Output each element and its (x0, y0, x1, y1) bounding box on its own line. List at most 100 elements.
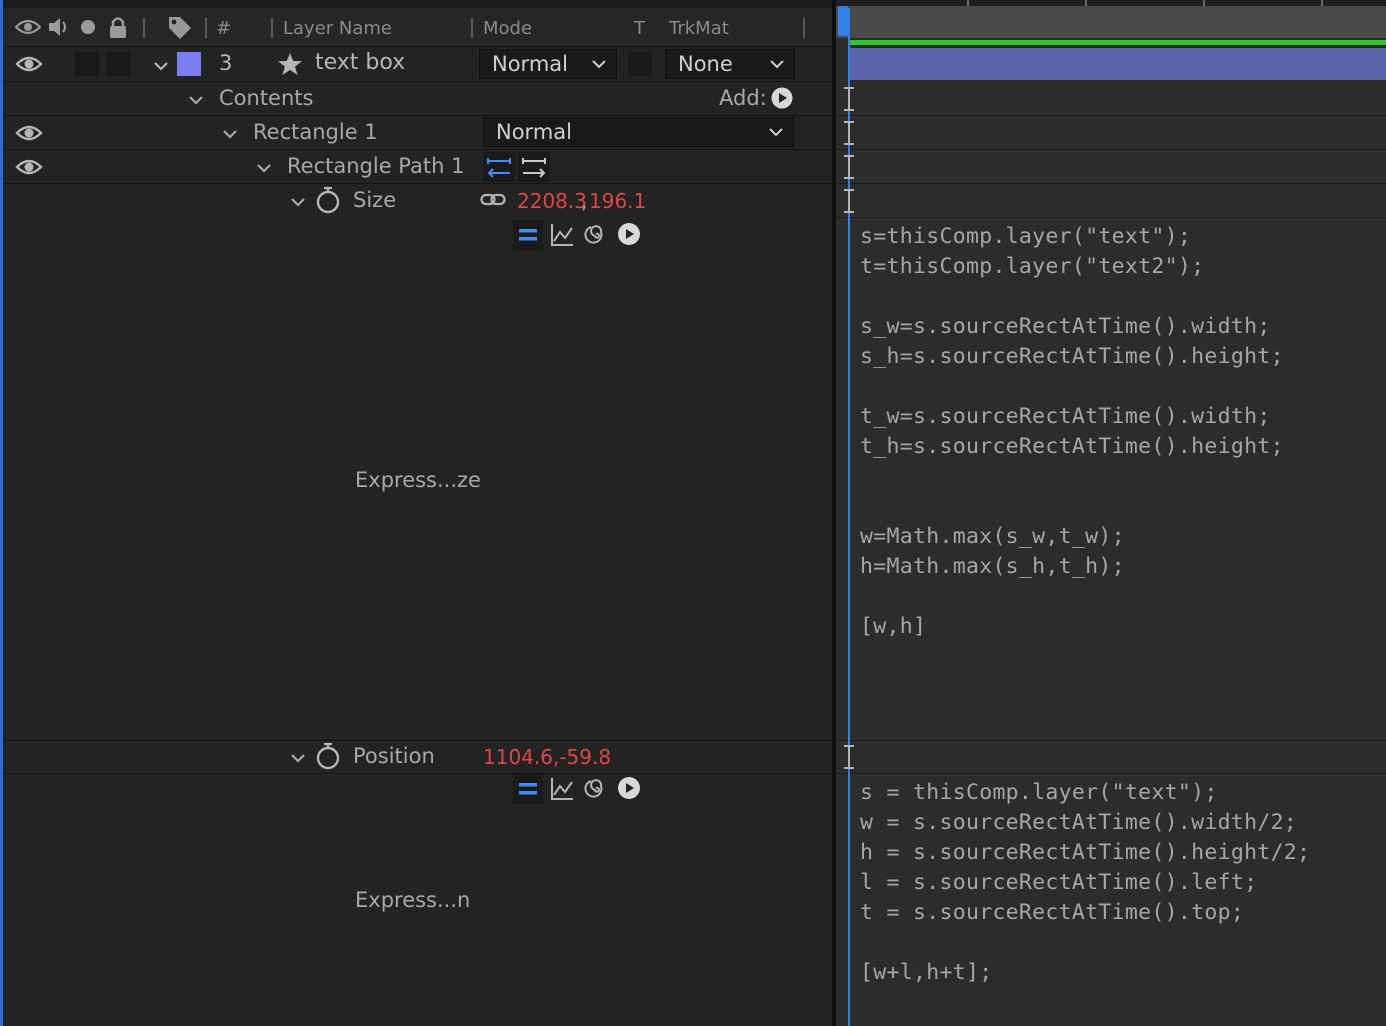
lock-column-icon[interactable] (108, 15, 128, 39)
header-separator (205, 18, 207, 38)
chevron-down-icon[interactable] (222, 126, 238, 142)
position-expression-editor[interactable]: s = thisComp.layer("text"); w = s.source… (836, 774, 1386, 1026)
contents-row[interactable]: Contents Add: (3, 82, 835, 116)
chevron-down-icon (592, 60, 606, 69)
pick-whip-icon[interactable] (583, 776, 609, 802)
column-t[interactable]: T (634, 18, 645, 39)
expression-language-menu-icon[interactable] (617, 776, 641, 800)
eye-icon[interactable] (15, 156, 43, 178)
position-expression-area: Express...n (3, 774, 835, 1026)
pick-whip-icon[interactable] (583, 222, 609, 248)
size-label: Size (353, 188, 397, 212)
size-expression-area: Express...ze (3, 218, 835, 741)
stopwatch-icon[interactable] (315, 742, 341, 770)
ruler-tick (1321, 0, 1323, 6)
work-area-bar[interactable] (848, 40, 1386, 45)
header-separator (271, 18, 273, 38)
rectangle-group-row[interactable]: Rectangle 1 Normal (3, 116, 835, 150)
layer-mode-dropdown[interactable]: Normal (479, 49, 617, 79)
expression-enable-icon[interactable] (513, 220, 543, 250)
timeline-position-row (836, 740, 1386, 774)
size-height-value[interactable]: 196.1 (589, 189, 646, 213)
preserve-transparency-toggle[interactable] (628, 52, 652, 76)
ruler-top (836, 0, 1386, 6)
chevron-down-icon[interactable] (188, 92, 204, 108)
column-trkmat[interactable]: TrkMat (669, 18, 729, 39)
header-separator (803, 18, 805, 38)
expression-ibeam-marker (844, 189, 854, 213)
eye-column-icon[interactable] (15, 18, 41, 36)
ruler-tick (1203, 0, 1205, 6)
path-direction-reverse-icon[interactable] (483, 152, 515, 182)
solo-column-icon[interactable] (80, 19, 96, 35)
graph-editor-icon[interactable] (549, 222, 575, 248)
contents-label: Contents (219, 86, 314, 110)
path-direction-forward-icon[interactable] (518, 152, 550, 182)
ruler-tick (967, 0, 969, 6)
column-hash: # (216, 18, 232, 39)
size-expression-controls (513, 220, 647, 250)
constrain-proportions-link-icon[interactable] (480, 191, 506, 209)
chevron-down-icon (769, 128, 783, 137)
timeline-rectangle-row (836, 116, 1386, 150)
chevron-down-icon[interactable] (256, 160, 272, 176)
layer-name[interactable]: text box (315, 50, 405, 75)
size-expression-code[interactable]: s=thisComp.layer("text"); t=thisComp.lay… (860, 222, 1284, 642)
add-label: Add: (719, 86, 767, 110)
rectangle-blend-mode-dropdown[interactable]: Normal (483, 117, 794, 147)
label-color-swatch[interactable] (177, 52, 201, 76)
timeline-path-row (836, 150, 1386, 184)
size-separator: , (581, 189, 588, 213)
position-value[interactable]: 1104.6,-59.8 (483, 745, 611, 769)
timeline-contents-row (836, 82, 1386, 116)
rectangle-group-label[interactable]: Rectangle 1 (253, 120, 378, 144)
column-header: # Layer Name Mode T TrkMat (3, 8, 835, 47)
timeline-panel: s=thisComp.layer("text"); t=thisComp.lay… (836, 0, 1386, 1026)
audio-column-icon[interactable] (47, 16, 71, 38)
column-mode[interactable]: Mode (483, 18, 532, 39)
trkmat-dropdown[interactable]: None (665, 49, 795, 79)
chevron-down-icon[interactable] (290, 194, 306, 210)
size-width-value[interactable]: 2208.3 (517, 189, 587, 213)
column-layer-name[interactable]: Layer Name (283, 18, 392, 39)
graph-editor-icon[interactable] (549, 776, 575, 802)
expression-ibeam-marker (844, 155, 854, 179)
header-separator (471, 18, 473, 38)
size-expression-editor[interactable]: s=thisComp.layer("text"); t=thisComp.lay… (836, 218, 1386, 741)
eye-icon[interactable] (15, 122, 43, 144)
position-expression-controls (513, 774, 647, 804)
layer-mode-value: Normal (492, 52, 568, 76)
panel-top-strip (3, 0, 835, 8)
shape-layer-star-icon (278, 53, 302, 75)
layer-panel: # Layer Name Mode T TrkMat 3 text box No… (0, 0, 835, 1026)
current-time-indicator-head[interactable] (838, 6, 848, 36)
rectangle-path-label[interactable]: Rectangle Path 1 (287, 154, 464, 178)
size-property-row[interactable]: Size 2208.3 , 196.1 (3, 184, 835, 218)
position-property-row[interactable]: Position 1104.6,-59.8 (3, 740, 835, 774)
chevron-down-icon[interactable] (153, 58, 169, 74)
timeline-size-row (836, 184, 1386, 218)
size-expression-label: Express...ze (355, 468, 481, 492)
layer-number: 3 (219, 51, 233, 75)
ruler-tick (1085, 0, 1087, 6)
expression-ibeam-marker (844, 121, 854, 145)
expression-language-menu-icon[interactable] (617, 222, 641, 246)
time-ruler[interactable] (836, 0, 1386, 38)
header-separator (143, 18, 145, 38)
position-label: Position (353, 744, 435, 768)
audio-toggle[interactable] (75, 52, 99, 76)
trkmat-value: None (678, 52, 733, 76)
chevron-down-icon[interactable] (290, 750, 306, 766)
eye-icon[interactable] (15, 53, 43, 75)
add-menu-icon[interactable] (771, 87, 793, 109)
expression-enable-icon[interactable] (513, 774, 543, 804)
expression-ibeam-marker (844, 87, 854, 111)
position-expression-code[interactable]: s = thisComp.layer("text"); w = s.source… (860, 778, 1310, 988)
stopwatch-icon[interactable] (315, 186, 341, 214)
rectangle-path-row[interactable]: Rectangle Path 1 (3, 150, 835, 184)
layer-duration-bar[interactable] (848, 48, 1386, 80)
rectangle-blend-mode-value: Normal (496, 120, 572, 144)
solo-toggle[interactable] (106, 52, 130, 76)
label-tag-icon[interactable] (167, 15, 193, 39)
layer-row[interactable]: 3 text box Normal None (3, 47, 835, 82)
